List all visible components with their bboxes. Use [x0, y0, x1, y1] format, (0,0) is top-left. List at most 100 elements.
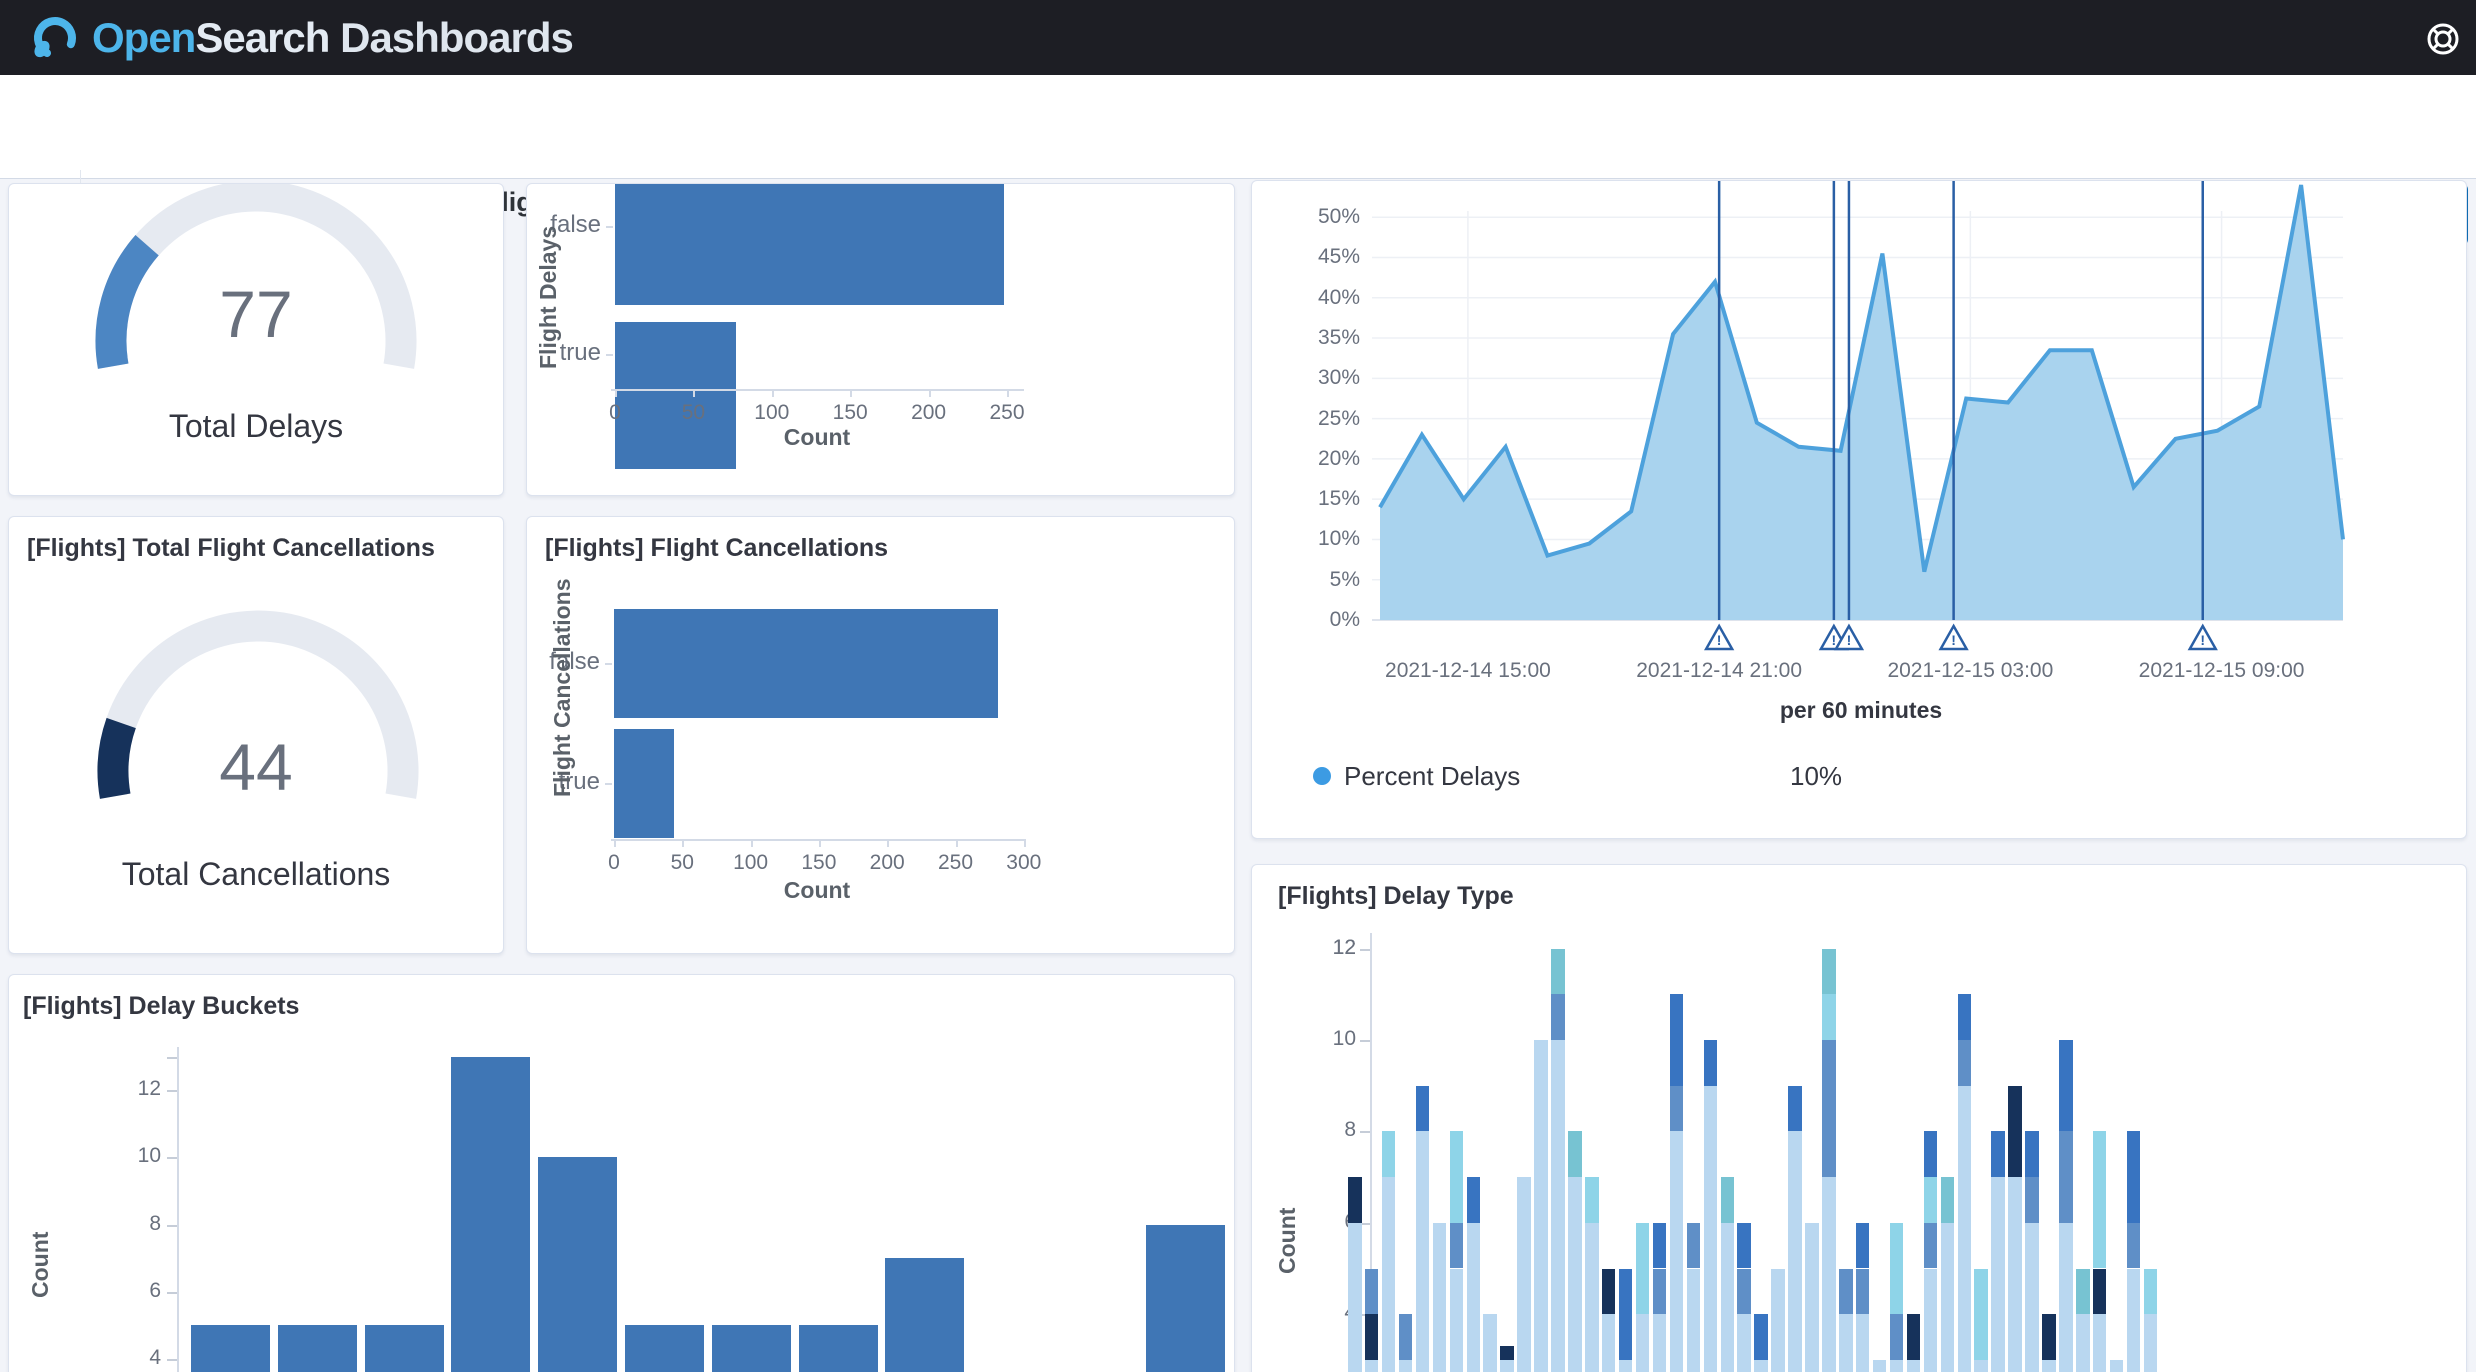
stacked-bar-segment[interactable]	[1653, 1269, 1667, 1315]
stacked-bar-segment[interactable]	[1670, 1131, 1684, 1372]
stacked-bar-segment[interactable]	[1704, 1040, 1718, 1086]
stacked-bar-segment[interactable]	[1467, 1177, 1481, 1223]
stacked-bar-segment[interactable]	[1382, 1177, 1396, 1372]
chart-flight-delays[interactable]: falsetrue050100150200250CountFlight Dela…	[527, 184, 1234, 495]
bucket-bar[interactable]	[625, 1325, 704, 1372]
stacked-bar-segment[interactable]	[1670, 994, 1684, 1085]
stacked-bar-segment[interactable]	[2093, 1131, 2107, 1268]
stacked-bar-segment[interactable]	[2059, 1131, 2073, 1222]
stacked-bar-segment[interactable]	[1568, 1131, 1582, 1177]
stacked-bar-segment[interactable]	[1991, 1177, 2005, 1372]
stacked-bar-segment[interactable]	[1924, 1177, 1938, 1223]
chart-delay-type[interactable]: 468101212Count	[1252, 865, 2466, 1372]
stacked-bar-segment[interactable]	[2127, 1131, 2141, 1222]
stacked-bar-segment[interactable]	[1890, 1314, 1904, 1360]
stacked-bar-segment[interactable]	[2025, 1177, 2039, 1223]
stacked-bar-segment[interactable]	[2059, 1223, 2073, 1372]
stacked-bar-segment[interactable]	[1704, 1086, 1718, 1372]
stacked-bar-segment[interactable]	[1636, 1314, 1650, 1372]
stacked-bar-segment[interactable]	[1839, 1314, 1853, 1372]
stacked-bar-segment[interactable]	[1450, 1269, 1464, 1372]
stacked-bar-segment[interactable]	[1348, 1177, 1362, 1223]
panel-title[interactable]: [Flights] Total Flight Cancellations	[9, 517, 503, 567]
stacked-bar-segment[interactable]	[2127, 1269, 2141, 1372]
stacked-bar-segment[interactable]	[1771, 1269, 1785, 1372]
stacked-bar-segment[interactable]	[1974, 1269, 1988, 1360]
chart-delay-buckets[interactable]: 4681012Count	[9, 975, 1234, 1372]
stacked-bar-segment[interactable]	[1365, 1314, 1379, 1360]
stacked-bar-segment[interactable]	[2127, 1223, 2141, 1269]
stacked-bar-segment[interactable]	[2025, 1223, 2039, 1372]
stacked-bar-segment[interactable]	[1619, 1269, 1633, 1360]
stacked-bar-segment[interactable]	[2059, 1040, 2073, 1131]
stacked-bar-segment[interactable]	[1856, 1314, 1870, 1372]
bucket-bar[interactable]	[799, 1325, 878, 1372]
stacked-bar-segment[interactable]	[1754, 1360, 1768, 1372]
stacked-bar-segment[interactable]	[1907, 1360, 1921, 1372]
stacked-bar-segment[interactable]	[1450, 1223, 1464, 1269]
stacked-bar-segment[interactable]	[1958, 1086, 1972, 1372]
stacked-bar-segment[interactable]	[1653, 1314, 1667, 1372]
stacked-bar-segment[interactable]	[1365, 1269, 1379, 1315]
stacked-bar-segment[interactable]	[1754, 1314, 1768, 1360]
stacked-bar-segment[interactable]	[2110, 1360, 2124, 1372]
stacked-bar-segment[interactable]	[1788, 1086, 1802, 1132]
stacked-bar-segment[interactable]	[1924, 1269, 1938, 1372]
gauge-total-cancellations[interactable]	[93, 606, 423, 841]
stacked-bar-segment[interactable]	[1822, 949, 1836, 995]
stacked-bar-segment[interactable]	[1788, 1131, 1802, 1372]
stacked-bar-segment[interactable]	[2144, 1314, 2158, 1372]
stacked-bar-segment[interactable]	[1382, 1131, 1396, 1177]
stacked-bar-segment[interactable]	[1636, 1223, 1650, 1314]
stacked-bar-segment[interactable]	[1450, 1131, 1464, 1222]
stacked-bar-segment[interactable]	[1856, 1269, 1870, 1315]
stacked-bar-segment[interactable]	[1619, 1360, 1633, 1372]
bucket-bar[interactable]	[712, 1325, 791, 1372]
stacked-bar-segment[interactable]	[1568, 1177, 1582, 1372]
bucket-bar[interactable]	[538, 1157, 617, 1372]
stacked-bar-segment[interactable]	[1416, 1086, 1430, 1132]
stacked-bar-segment[interactable]	[1467, 1223, 1481, 1372]
stacked-bar-segment[interactable]	[1416, 1131, 1430, 1372]
stacked-bar-segment[interactable]	[2076, 1314, 2090, 1372]
stacked-bar-segment[interactable]	[2144, 1269, 2158, 1315]
stacked-bar-segment[interactable]	[1941, 1223, 1955, 1372]
stacked-bar-segment[interactable]	[1687, 1223, 1701, 1269]
stacked-bar-segment[interactable]	[1585, 1177, 1599, 1223]
stacked-bar-segment[interactable]	[1890, 1223, 1904, 1314]
stacked-bar-segment[interactable]	[1839, 1269, 1853, 1315]
stacked-bar-segment[interactable]	[1958, 1040, 1972, 1086]
opensearch-logo[interactable]: OpenSearch Dashboards	[30, 13, 573, 63]
stacked-bar-segment[interactable]	[1433, 1223, 1447, 1372]
stacked-bar-segment[interactable]	[2025, 1131, 2039, 1177]
stacked-bar-segment[interactable]	[1873, 1360, 1887, 1372]
stacked-bar-segment[interactable]	[1602, 1269, 1616, 1315]
stacked-bar-segment[interactable]	[1348, 1223, 1362, 1372]
stacked-bar-segment[interactable]	[1551, 1040, 1565, 1372]
stacked-bar-segment[interactable]	[1365, 1360, 1379, 1372]
stacked-bar-segment[interactable]	[1670, 1086, 1684, 1132]
bucket-bar[interactable]	[191, 1325, 270, 1372]
stacked-bar-segment[interactable]	[1483, 1314, 1497, 1372]
stacked-bar-segment[interactable]	[1924, 1223, 1938, 1269]
stacked-bar-segment[interactable]	[1974, 1360, 1988, 1372]
stacked-bar-segment[interactable]	[1500, 1360, 1514, 1372]
stacked-bar-segment[interactable]	[1924, 1131, 1938, 1177]
bucket-bar[interactable]	[1146, 1225, 1225, 1372]
stacked-bar-segment[interactable]	[1737, 1269, 1751, 1315]
stacked-bar-segment[interactable]	[2093, 1314, 2107, 1372]
stacked-bar-segment[interactable]	[2008, 1086, 2022, 1177]
stacked-bar-segment[interactable]	[1399, 1360, 1413, 1372]
stacked-bar-segment[interactable]	[1721, 1177, 1735, 1223]
stacked-bar-segment[interactable]	[2076, 1269, 2090, 1315]
stacked-bar-segment[interactable]	[1822, 994, 1836, 1040]
stacked-bar-segment[interactable]	[1907, 1314, 1921, 1360]
stacked-bar-segment[interactable]	[1941, 1177, 1955, 1223]
bucket-bar[interactable]	[885, 1258, 964, 1372]
bucket-bar[interactable]	[365, 1325, 444, 1372]
stacked-bar-segment[interactable]	[1399, 1314, 1413, 1360]
stacked-bar-segment[interactable]	[2042, 1360, 2056, 1372]
stacked-bar-segment[interactable]	[1856, 1223, 1870, 1269]
stacked-bar-segment[interactable]	[1687, 1269, 1701, 1372]
stacked-bar-segment[interactable]	[1500, 1346, 1514, 1360]
